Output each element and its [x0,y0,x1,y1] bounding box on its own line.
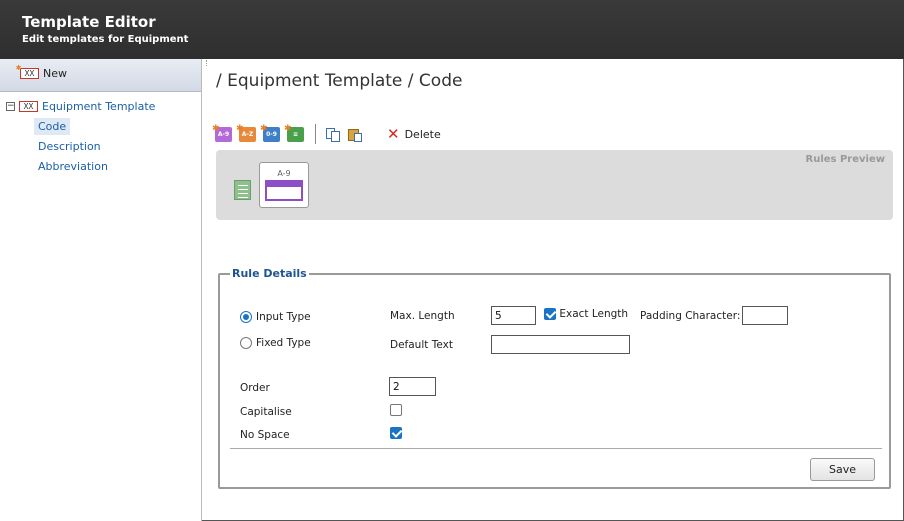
rules-preview-panel: Rules Preview A-9 [216,150,893,220]
list-rule-icon[interactable] [234,180,251,200]
app-subtitle: Edit templates for Equipment [22,34,189,45]
resize-grip[interactable] [206,60,209,66]
fixed-type-option[interactable]: Fixed Type [240,337,311,349]
fixed-type-radio[interactable] [240,337,252,349]
sidebar: ✱ XX New − XX Equipment Template Code Des… [0,59,202,521]
max-length-input[interactable] [491,306,536,325]
max-length-label: Max. Length [390,310,455,322]
no-space-checkbox[interactable] [390,427,402,439]
input-type-option[interactable]: Input Type [240,311,311,323]
new-button[interactable]: ✱ XX New [16,64,67,81]
add-numeric-rule-icon[interactable]: ✱ A-9 [212,124,232,142]
app-header: Template Editor Edit templates for Equip… [0,0,904,59]
delete-label: Delete [404,127,441,141]
collapse-toggle-icon[interactable]: − [6,101,15,111]
rule-tile-a9[interactable]: A-9 [259,162,309,208]
tree-root-label[interactable]: Equipment Template [42,100,155,113]
capitalise-label: Capitalise [240,406,292,418]
padding-character-label: Padding Character: [640,310,741,322]
add-list-rule-icon[interactable]: ✱ ≡ [284,124,304,142]
add-digit-rule-icon[interactable]: ✱ 0-9 [260,124,280,142]
exact-length-option[interactable]: Exact Length [544,308,628,320]
breadcrumb: / Equipment Template / Code [216,71,463,91]
details-divider [230,448,882,449]
delete-icon: ✕ [387,125,400,143]
tree-item-description[interactable]: Description [34,138,105,155]
order-input[interactable] [389,377,436,396]
save-button[interactable]: Save [810,458,875,481]
new-template-icon: ✱ XX [16,64,39,79]
app-title: Template Editor [22,13,156,31]
tree-root-equipment-template[interactable]: − XX Equipment Template [6,99,155,113]
tree-item-abbreviation[interactable]: Abbreviation [34,158,112,175]
rule-toolbar: ✱ A-9 ✱ A-Z ✱ 0-9 ✱ ≡ ✕ Delete [212,124,441,144]
rule-details-legend: Rule Details [232,267,307,280]
order-label: Order [240,382,270,394]
default-text-input[interactable] [491,335,630,354]
new-button-label: New [43,67,67,80]
exact-length-checkbox[interactable] [544,308,556,320]
padding-character-input[interactable] [742,306,788,325]
rule-details-fieldset: Rule Details Input Type Fixed Type Max. … [218,267,891,489]
exact-length-label: Exact Length [559,308,629,320]
template-tree: − XX Equipment Template [6,99,155,113]
tree-item-code[interactable]: Code [34,118,71,135]
capitalise-checkbox[interactable] [390,404,402,416]
rule-tile-bar [265,180,303,201]
input-type-radio[interactable] [240,311,252,323]
copy-icon[interactable] [325,127,341,142]
add-alpha-rule-icon[interactable]: ✱ A-Z [236,124,256,142]
fixed-type-label: Fixed Type [256,337,311,349]
input-type-label: Input Type [256,311,311,323]
paste-icon[interactable] [347,127,363,142]
no-space-label: No Space [240,429,290,441]
delete-button[interactable]: ✕ Delete [387,125,441,143]
toolbar-separator [315,124,316,144]
template-icon: XX [19,100,38,112]
default-text-label: Default Text [390,339,453,351]
rule-tile-label: A-9 [277,169,291,178]
new-toolbar: ✱ XX New [0,59,201,92]
main-panel: / Equipment Template / Code ✱ A-9 ✱ A-Z ✱ 0… [203,59,903,520]
rules-preview-title: Rules Preview [805,154,885,165]
